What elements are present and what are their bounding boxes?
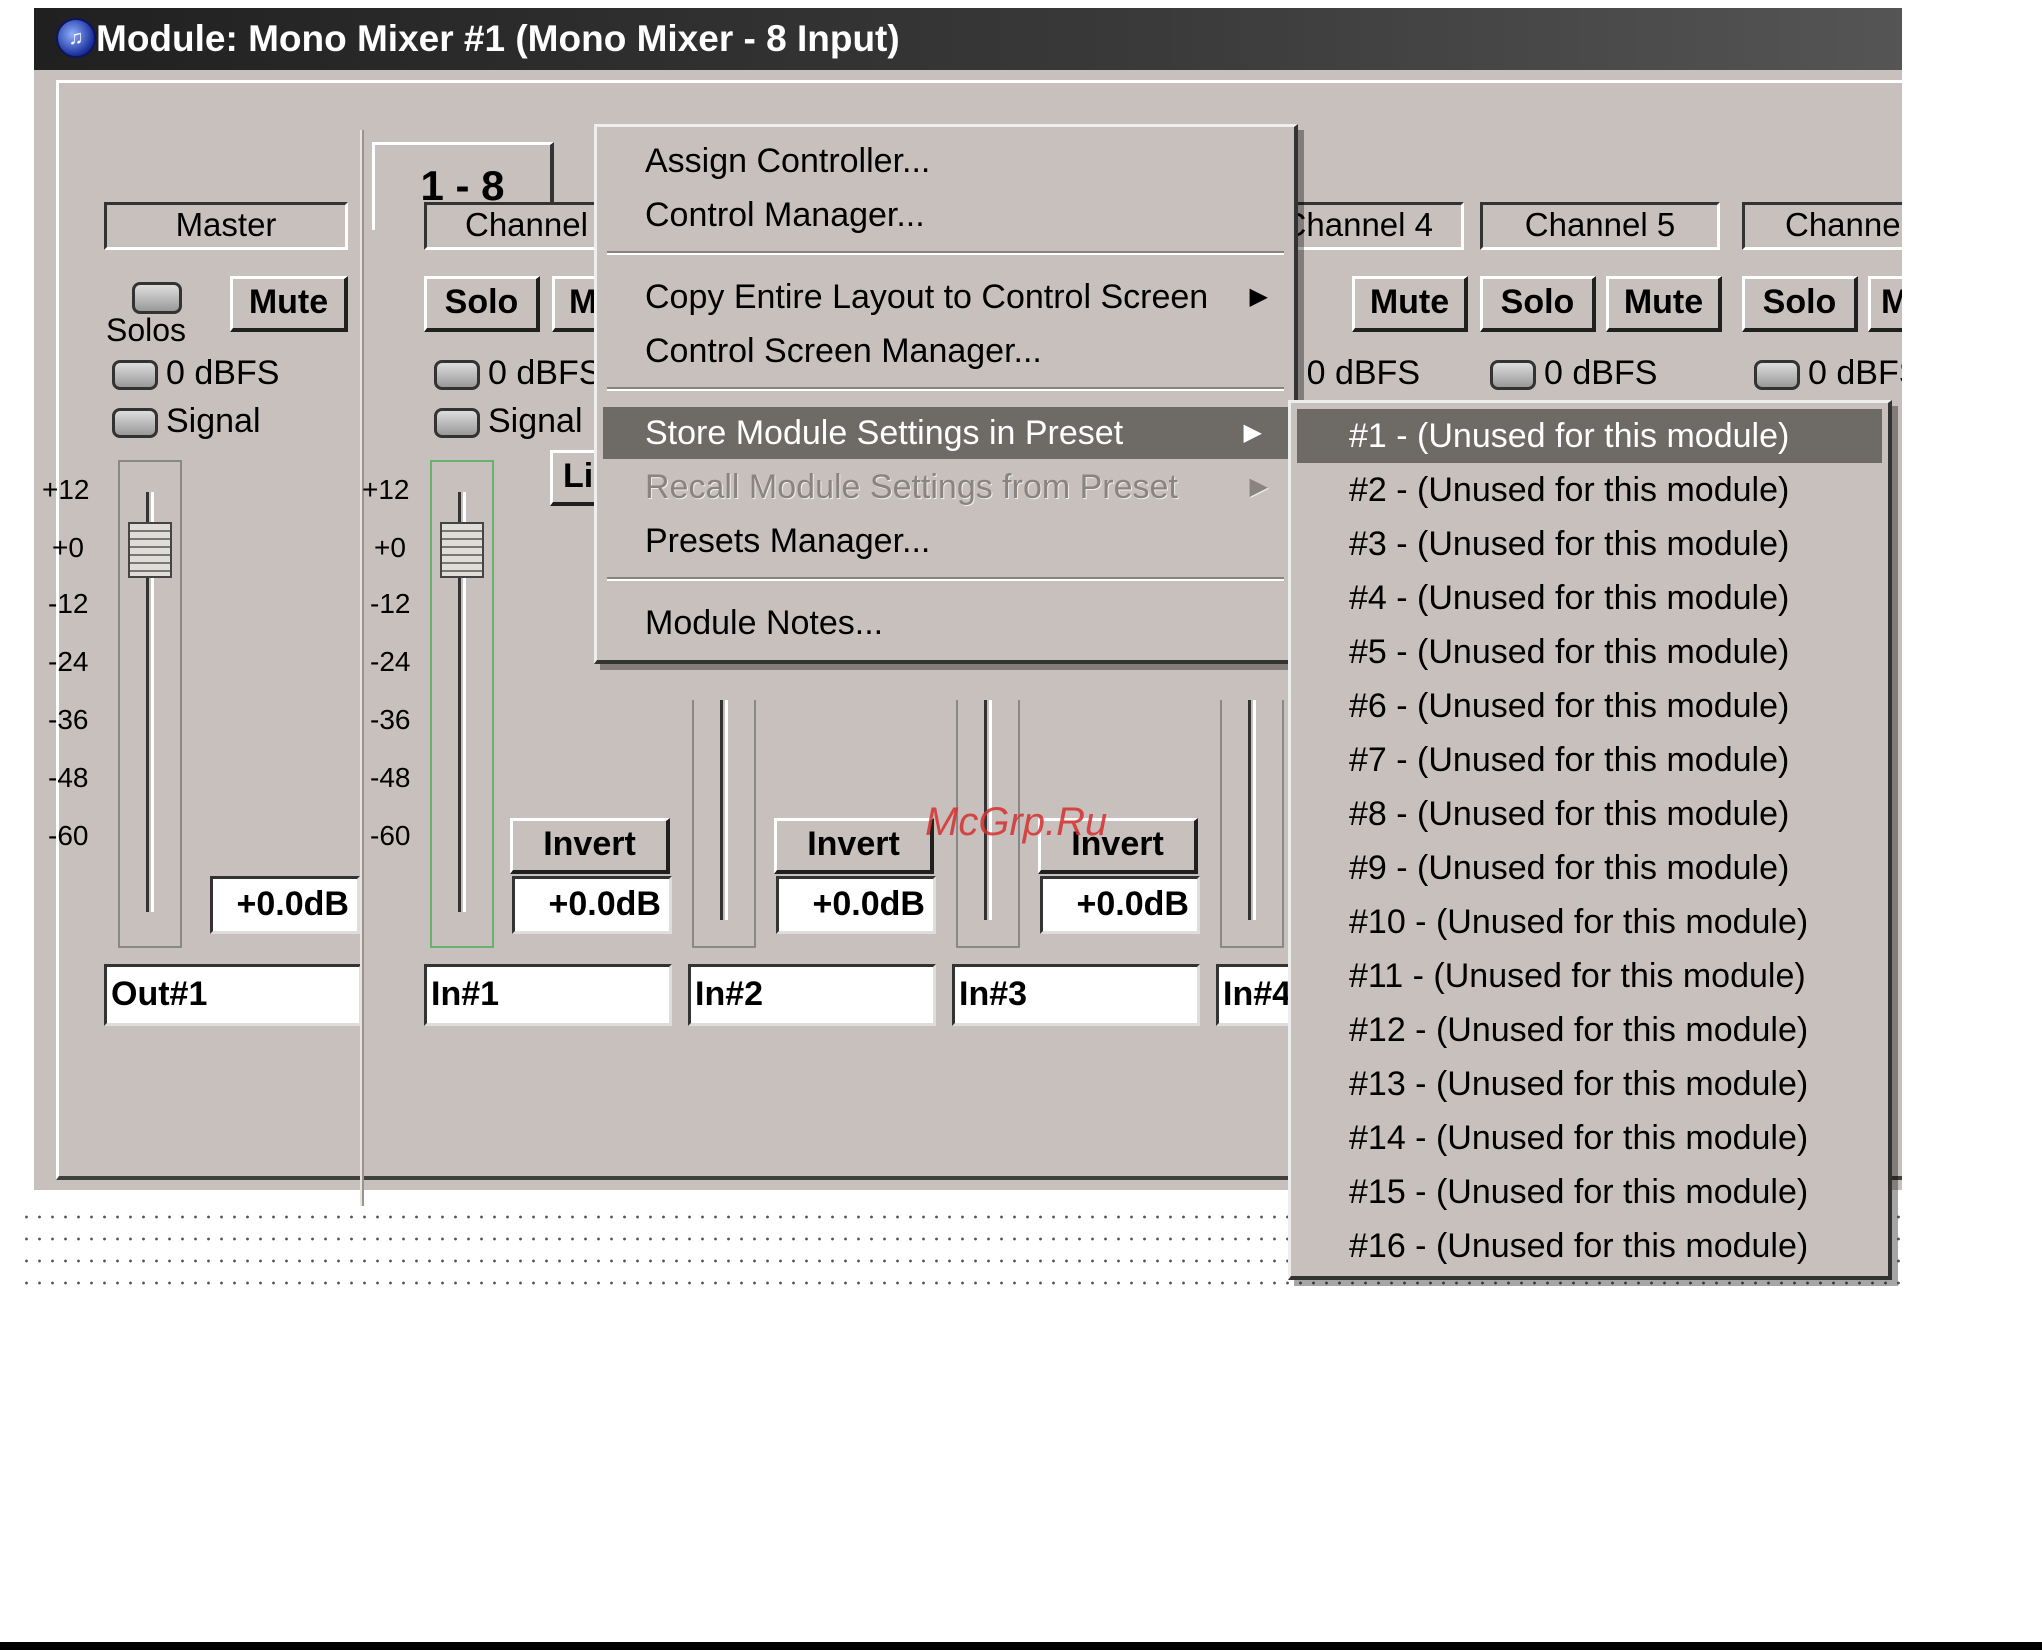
channel-2-invert-button[interactable]: Invert — [774, 818, 934, 874]
solos-led — [132, 282, 182, 314]
preset-item-7[interactable]: #7 - (Unused for this module) — [1291, 733, 1888, 787]
menu-item-presets-manager[interactable]: Presets Manager... — [597, 515, 1294, 567]
scale-tick: -24 — [48, 646, 89, 677]
menu-item-recall-preset: Recall Module Settings from Preset ▶ — [597, 461, 1294, 513]
menu-item-label: Store Module Settings in Preset — [645, 414, 1124, 452]
channel-1-solo-button[interactable]: Solo — [424, 276, 540, 332]
channel-6-label: Channel 6 — [1742, 202, 1902, 250]
channel-3-input-name[interactable]: In#3 — [952, 964, 1200, 1026]
preset-item-8[interactable]: #8 - (Unused for this module) — [1291, 787, 1888, 841]
master-mute-button[interactable]: Mute — [230, 276, 348, 332]
scale-tick: -12 — [48, 588, 89, 619]
preset-item-3[interactable]: #3 - (Unused for this module) — [1291, 517, 1888, 571]
channel-2-input-name[interactable]: In#2 — [688, 964, 936, 1026]
channel-2-level-display: +0.0dB — [776, 876, 936, 934]
channel-1-signal-led — [434, 408, 480, 438]
channel-1-0dbfs-led — [434, 360, 480, 390]
scale-tick: -36 — [370, 704, 411, 735]
scale-tick: -48 — [370, 762, 411, 793]
preset-item-4[interactable]: #4 - (Unused for this module) — [1291, 571, 1888, 625]
menu-separator — [607, 251, 1284, 255]
submenu-arrow-icon: ▶ — [1249, 473, 1268, 500]
menu-item-store-preset[interactable]: Store Module Settings in Preset ▶ — [603, 407, 1288, 459]
fader-slot — [720, 700, 728, 920]
preset-item-14[interactable]: #14 - (Unused for this module) — [1291, 1111, 1888, 1165]
preset-item-9[interactable]: #9 - (Unused for this module) — [1291, 841, 1888, 895]
submenu-arrow-icon: ▶ — [1249, 283, 1268, 310]
menu-item-control-manager[interactable]: Control Manager... — [597, 189, 1294, 241]
page-bottom-rule — [0, 1642, 2042, 1650]
solos-label: Solos — [106, 312, 187, 348]
channel-4-0dbfs-label: 0 dBFS — [1306, 354, 1420, 392]
fader-slot — [1248, 700, 1256, 920]
master-signal-label: Signal — [166, 402, 261, 440]
preset-item-12[interactable]: #12 - (Unused for this module) — [1291, 1003, 1888, 1057]
channel-5-0dbfs-led — [1490, 360, 1536, 390]
channel-1-0dbfs-label: 0 dBFS — [488, 354, 602, 392]
channel-6-solo-button[interactable]: Solo — [1742, 276, 1858, 332]
scale-tick: -24 — [370, 646, 411, 677]
group-divider — [360, 130, 364, 1240]
context-menu: Assign Controller... Control Manager... … — [594, 124, 1298, 664]
preset-item-15[interactable]: #15 - (Unused for this module) — [1291, 1165, 1888, 1219]
channel-3-level-display: +0.0dB — [1040, 876, 1200, 934]
channel-2-fader[interactable] — [692, 700, 756, 948]
scale-tick: -12 — [370, 588, 411, 619]
channel-1-level-display: +0.0dB — [512, 876, 672, 934]
master-signal-led — [112, 408, 158, 438]
preset-item-11[interactable]: #11 - (Unused for this module) — [1291, 949, 1888, 1003]
master-0dbfs-label: 0 dBFS — [166, 354, 280, 392]
scale-tick: +12 — [42, 474, 90, 505]
window-title: Module: Mono Mixer #1 (Mono Mixer - 8 In… — [96, 18, 900, 59]
submenu-arrow-icon: ▶ — [1243, 419, 1262, 446]
preset-item-16[interactable]: #16 - (Unused for this module) — [1291, 1219, 1888, 1273]
master-output-name[interactable]: Out#1 — [104, 964, 362, 1026]
channel-4-mute-button[interactable]: Mute — [1352, 276, 1468, 332]
channel-1-input-name[interactable]: In#1 — [424, 964, 672, 1026]
menu-separator — [607, 387, 1284, 391]
channel-5-label: Channel 5 — [1480, 202, 1720, 250]
master-level-display: +0.0dB — [210, 876, 360, 934]
scale-tick: -60 — [370, 820, 411, 851]
scale-tick: -48 — [48, 762, 89, 793]
scale-tick: +0 — [52, 532, 84, 563]
preset-item-10[interactable]: #10 - (Unused for this module) — [1291, 895, 1888, 949]
channel-6-mute-button[interactable]: Mute — [1868, 276, 1902, 332]
master-label: Master — [104, 202, 348, 250]
watermark: McGrp.Ru — [925, 800, 1108, 844]
menu-item-label: Recall Module Settings from Preset — [645, 468, 1178, 506]
preset-submenu: #1 - (Unused for this module) #2 - (Unus… — [1288, 400, 1892, 1280]
channel-4-fader[interactable] — [1220, 700, 1284, 948]
fader-knob[interactable] — [440, 522, 484, 578]
scale-tick: -36 — [48, 704, 89, 735]
menu-item-label: Copy Entire Layout to Control Screen — [645, 278, 1209, 316]
module-icon[interactable]: ♫ — [56, 18, 96, 58]
scale-tick: +0 — [374, 532, 406, 563]
menu-item-assign-controller[interactable]: Assign Controller... — [597, 135, 1294, 187]
fader-knob[interactable] — [128, 522, 172, 578]
channel-6-0dbfs-led — [1754, 360, 1800, 390]
master-fader[interactable] — [118, 460, 182, 948]
menu-item-module-notes[interactable]: Module Notes... — [597, 597, 1294, 649]
channel-5-0dbfs-label: 0 dBFS — [1544, 354, 1658, 392]
scale-tick: +12 — [362, 474, 410, 505]
menu-item-copy-layout[interactable]: Copy Entire Layout to Control Screen ▶ — [597, 271, 1294, 323]
preset-item-1[interactable]: #1 - (Unused for this module) — [1297, 409, 1882, 463]
channel-5-mute-button[interactable]: Mute — [1606, 276, 1722, 332]
channel-1-signal-label: Signal — [488, 402, 583, 440]
preset-item-5[interactable]: #5 - (Unused for this module) — [1291, 625, 1888, 679]
channel-1-invert-button[interactable]: Invert — [510, 818, 670, 874]
preset-item-13[interactable]: #13 - (Unused for this module) — [1291, 1057, 1888, 1111]
channel-1-fader[interactable] — [430, 460, 494, 948]
channel-6-0dbfs-label: 0 dBFS — [1808, 354, 1902, 392]
scale-tick: -60 — [48, 820, 89, 851]
preset-item-2[interactable]: #2 - (Unused for this module) — [1291, 463, 1888, 517]
preset-item-6[interactable]: #6 - (Unused for this module) — [1291, 679, 1888, 733]
title-bar[interactable]: ♫ Module: Mono Mixer #1 (Mono Mixer - 8 … — [34, 8, 1902, 70]
master-0dbfs-led — [112, 360, 158, 390]
menu-item-control-screen-manager[interactable]: Control Screen Manager... — [597, 325, 1294, 377]
channel-5-solo-button[interactable]: Solo — [1480, 276, 1596, 332]
menu-separator — [607, 577, 1284, 581]
